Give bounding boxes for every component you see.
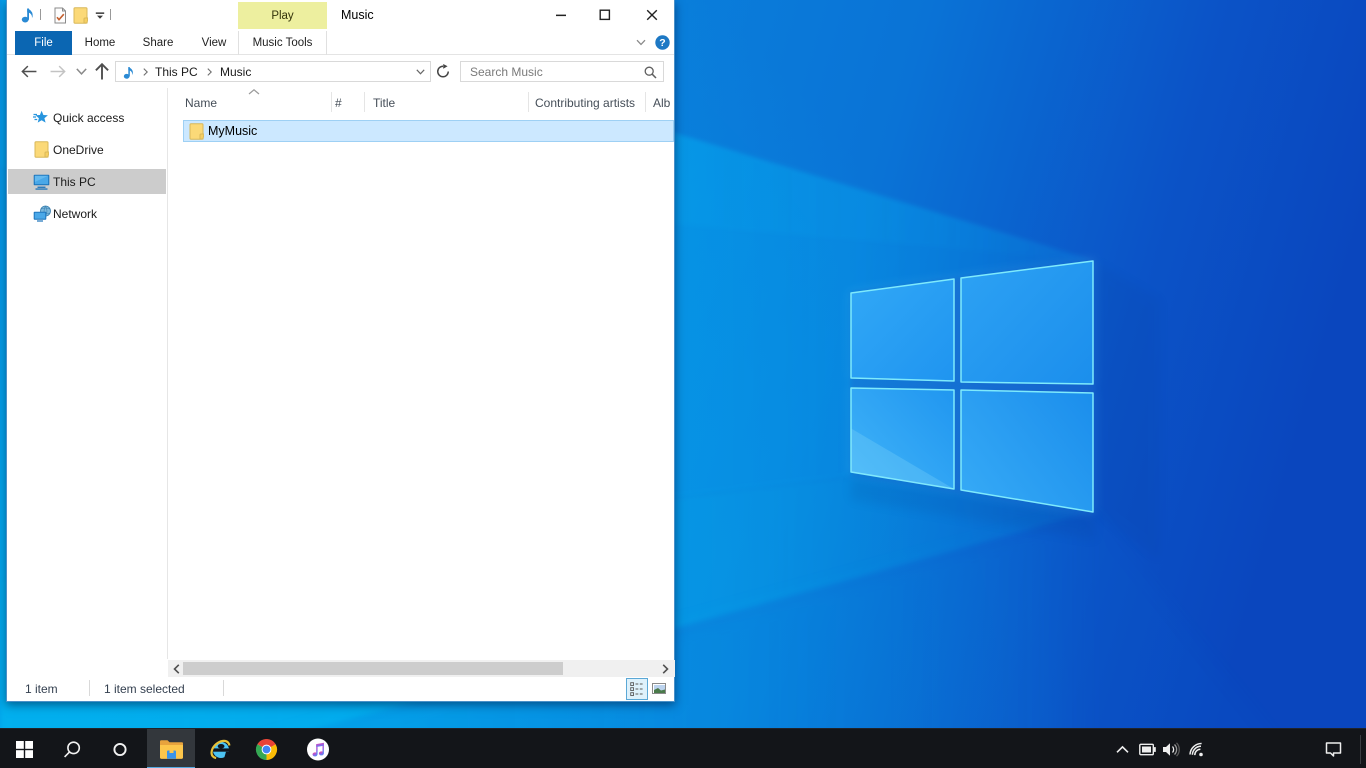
svg-text:?: ? bbox=[659, 37, 665, 49]
